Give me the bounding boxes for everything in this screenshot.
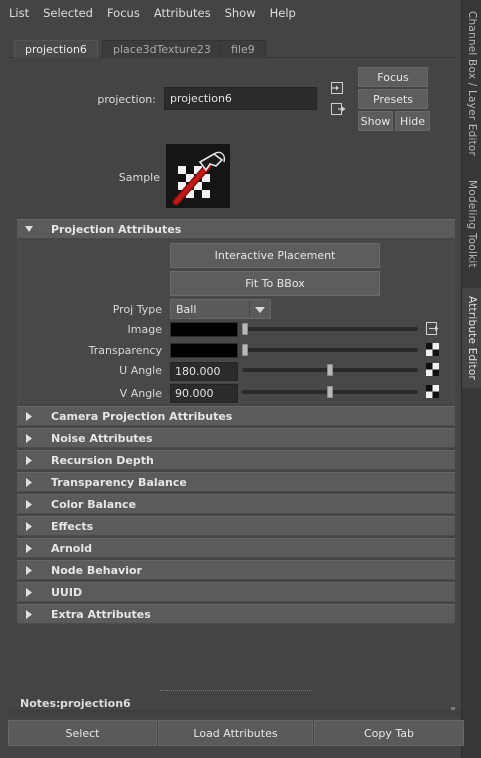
chevron-down-icon <box>255 307 265 313</box>
menu-list[interactable]: List <box>9 6 29 20</box>
collapsed-arrow-icon <box>26 566 32 575</box>
transparency-slider-handle[interactable] <box>242 344 248 356</box>
dropdown-divider <box>249 300 250 318</box>
proj-type-label: Proj Type <box>112 303 162 316</box>
copy-tab-button[interactable]: Copy Tab <box>314 720 464 746</box>
v-angle-label: V Angle <box>119 387 162 400</box>
u-angle-input[interactable] <box>170 362 238 381</box>
node-type-label: projection: <box>97 93 156 106</box>
transparency-color-swatch[interactable] <box>170 343 238 358</box>
node-tab-bar: projection6 place3dTexture23 file9 <box>8 38 456 58</box>
frame-arnold[interactable]: Arnold <box>17 538 455 558</box>
hide-button[interactable]: Hide <box>395 111 430 131</box>
frame-title: Projection Attributes <box>51 222 182 236</box>
side-tab-strip: Channel Box / Layer Editor Modeling Tool… <box>461 0 481 758</box>
side-tab-label: Attribute Editor <box>466 296 478 380</box>
proj-type-value: Ball <box>176 303 197 316</box>
focus-button[interactable]: Focus <box>358 67 428 87</box>
fit-to-bbox-button[interactable]: Fit To BBox <box>170 271 380 296</box>
frame-node-behavior[interactable]: Node Behavior <box>17 560 455 580</box>
frame-title: Arnold <box>51 541 92 555</box>
notes-resize-handle[interactable] <box>160 690 312 691</box>
presets-button[interactable]: Presets <box>358 89 428 109</box>
image-slider-track[interactable] <box>242 327 418 331</box>
frame-title: Recursion Depth <box>51 453 154 467</box>
node-name-input[interactable] <box>164 87 317 110</box>
expanded-arrow-icon <box>25 226 33 232</box>
frame-title: Effects <box>51 519 94 533</box>
frame-transparency-balance[interactable]: Transparency Balance <box>17 472 455 492</box>
sample-label: Sample <box>118 171 160 184</box>
notes-label: Notes: <box>20 697 61 710</box>
frame-camera-projection-attributes[interactable]: Camera Projection Attributes <box>17 406 455 426</box>
collapsed-arrow-icon <box>26 434 32 443</box>
frame-uuid[interactable]: UUID <box>17 582 455 602</box>
side-tab-channel-box[interactable]: Channel Box / Layer Editor <box>462 4 481 164</box>
select-button[interactable]: Select <box>8 720 157 746</box>
tab-projection6[interactable]: projection6 <box>14 40 98 58</box>
menu-show[interactable]: Show <box>225 6 256 20</box>
side-tab-modeling-toolkit[interactable]: Modeling Toolkit <box>462 176 481 272</box>
frame-noise-attributes[interactable]: Noise Attributes <box>17 428 455 448</box>
v-angle-input[interactable] <box>170 384 238 403</box>
collapsed-arrow-icon <box>26 456 32 465</box>
collapsed-arrow-icon <box>26 500 32 509</box>
frame-title: Color Balance <box>51 497 137 511</box>
side-tab-label: Channel Box / Layer Editor <box>466 11 478 157</box>
frame-title: Extra Attributes <box>51 607 151 621</box>
load-attributes-button[interactable]: Load Attributes <box>158 720 313 746</box>
map-texture-checker-icon[interactable] <box>426 343 439 356</box>
tab-place3dtexture23[interactable]: place3dTexture23 <box>102 40 222 58</box>
frame-title: Camera Projection Attributes <box>51 409 233 423</box>
notes-scrollbar[interactable] <box>451 707 455 710</box>
tab-file9[interactable]: file9 <box>220 40 266 58</box>
image-slider-handle[interactable] <box>242 323 248 335</box>
frame-projection-attributes[interactable]: Projection Attributes <box>17 219 455 239</box>
v-angle-slider-handle[interactable] <box>327 386 333 398</box>
show-button[interactable]: Show <box>358 111 393 131</box>
input-connection-icon[interactable] <box>330 80 346 96</box>
map-texture-checker-icon[interactable] <box>426 363 439 376</box>
transparency-slider-track[interactable] <box>242 348 418 352</box>
transparency-label: Transparency <box>88 344 162 357</box>
menu-attributes[interactable]: Attributes <box>154 6 211 20</box>
image-color-swatch[interactable] <box>170 322 238 337</box>
frame-extra-attributes[interactable]: Extra Attributes <box>17 604 455 624</box>
frame-effects[interactable]: Effects <box>17 516 455 536</box>
collapsed-arrow-icon <box>26 588 32 597</box>
output-connection-icon[interactable] <box>330 101 346 117</box>
proj-type-dropdown[interactable]: Ball <box>170 299 271 319</box>
frame-recursion-depth[interactable]: Recursion Depth <box>17 450 455 470</box>
frame-title: Noise Attributes <box>51 431 153 445</box>
map-texture-connected-icon[interactable] <box>426 322 439 335</box>
side-tab-label: Modeling Toolkit <box>466 180 478 268</box>
map-texture-checker-icon[interactable] <box>426 385 439 398</box>
collapsed-arrow-icon <box>26 544 32 553</box>
side-tab-attribute-editor[interactable]: Attribute Editor <box>462 288 481 388</box>
frame-color-balance[interactable]: Color Balance <box>17 494 455 514</box>
frame-title: Transparency Balance <box>51 475 187 489</box>
notes-text-area[interactable] <box>10 710 460 715</box>
collapsed-arrow-icon <box>26 610 32 619</box>
frame-title: UUID <box>51 585 83 599</box>
collapsed-arrow-icon <box>26 522 32 531</box>
projection-node-icon <box>166 144 230 208</box>
frame-title: Node Behavior <box>51 563 142 577</box>
menu-selected[interactable]: Selected <box>43 6 93 20</box>
image-label: Image <box>127 323 162 336</box>
collapsed-arrow-icon <box>26 478 32 487</box>
notes-node-name: projection6 <box>60 697 131 710</box>
interactive-placement-button[interactable]: Interactive Placement <box>170 243 380 268</box>
menu-focus[interactable]: Focus <box>107 6 140 20</box>
collapsed-arrow-icon <box>26 412 32 421</box>
menu-help[interactable]: Help <box>270 6 296 20</box>
u-angle-slider-handle[interactable] <box>327 364 333 376</box>
sample-swatch <box>166 144 230 208</box>
menubar: List Selected Focus Attributes Show Help <box>0 0 461 26</box>
u-angle-label: U Angle <box>119 364 162 377</box>
